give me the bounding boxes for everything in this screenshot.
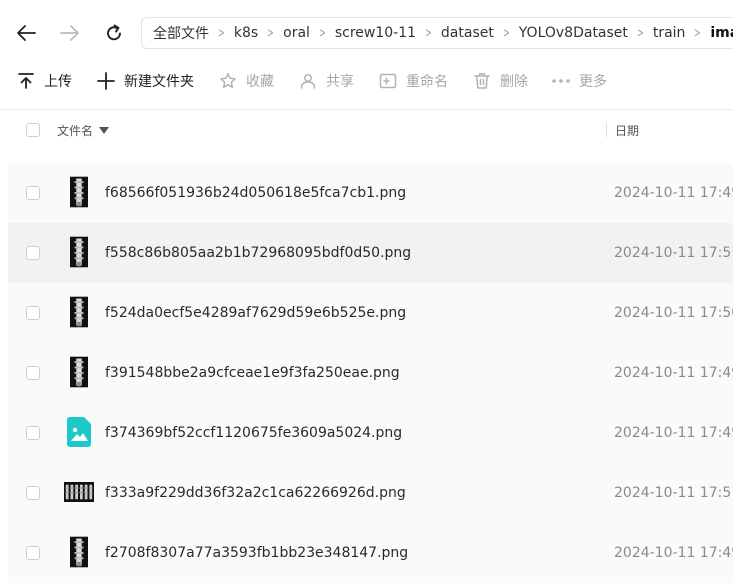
share-button[interactable]: 共享 xyxy=(298,66,354,96)
back-button[interactable] xyxy=(12,19,40,47)
thumbnail-image xyxy=(64,355,94,388)
file-date: 2024-10-11 17:51:2 xyxy=(614,485,733,501)
row-checkbox[interactable] xyxy=(26,546,40,560)
file-name[interactable]: f2708f8307a77a3593fb1bb23e348147.png xyxy=(105,523,408,583)
thumbnail-image xyxy=(64,295,94,328)
file-date: 2024-10-11 17:49: xyxy=(614,545,733,561)
file-date: 2024-10-11 17:51:2 xyxy=(614,245,733,261)
table-row[interactable]: f68566f051936b24d050618e5fca7cb1.png 2024… xyxy=(8,163,733,223)
breadcrumb-item[interactable]: dataset xyxy=(441,25,494,41)
select-all-checkbox[interactable] xyxy=(26,123,40,137)
more-label: 更多 xyxy=(579,74,607,90)
breadcrumb-item[interactable]: k8s xyxy=(234,25,258,41)
file-name[interactable]: f391548bbe2a9cfceae1e9f3fa250eae.png xyxy=(105,343,400,403)
row-checkbox[interactable] xyxy=(26,186,40,200)
breadcrumb-item: images xyxy=(710,25,733,41)
row-checkbox[interactable] xyxy=(26,306,40,320)
sort-by-name-button[interactable]: 文件名 xyxy=(57,122,110,139)
file-date: 2024-10-11 17:49: xyxy=(614,185,733,201)
new-folder-label: 新建文件夹 xyxy=(124,74,194,90)
table-row[interactable]: f2708f8307a77a3593fb1bb23e348147.png 2024… xyxy=(8,523,733,583)
more-dots-icon xyxy=(551,71,571,91)
share-label: 共享 xyxy=(326,74,354,90)
new-folder-button[interactable]: 新建文件夹 xyxy=(96,66,194,96)
rename-icon xyxy=(378,71,398,91)
file-name[interactable]: f374369bf52ccf1120675fe3609a5024.png xyxy=(105,403,402,463)
breadcrumb-separator-icon: > xyxy=(425,25,432,41)
breadcrumb-item[interactable]: screw10-11 xyxy=(335,25,416,41)
toolbar: 上传 新建文件夹 收藏 共享 重命名 删除 更多 xyxy=(0,66,733,96)
breadcrumb-separator-icon: > xyxy=(218,25,225,41)
more-button[interactable]: 更多 xyxy=(551,66,607,96)
row-checkbox[interactable] xyxy=(26,246,40,260)
upload-button[interactable]: 上传 xyxy=(16,66,72,96)
trash-icon xyxy=(472,71,492,91)
favorite-label: 收藏 xyxy=(246,74,274,90)
file-name[interactable]: f68566f051936b24d050618e5fca7cb1.png xyxy=(105,163,406,223)
breadcrumb-item[interactable]: YOLOv8Dataset xyxy=(519,25,628,41)
breadcrumb-separator-icon: > xyxy=(267,25,274,41)
sort-down-icon xyxy=(99,126,110,134)
navigation-bar: 全部文件 > k8s > oral > screw10-11 > dataset > YOLOv8D… xyxy=(0,0,733,66)
table-row[interactable]: f374369bf52ccf1120675fe3609a5024.png 2024… xyxy=(8,403,733,463)
row-checkbox[interactable] xyxy=(26,486,40,500)
share-icon xyxy=(298,71,318,91)
row-checkbox[interactable] xyxy=(26,366,40,380)
table-row[interactable]: f333a9f229dd36f32a2c1ca62266926d.png 2024… xyxy=(8,463,733,523)
table-header: 文件名 日期 xyxy=(0,110,733,150)
thumbnail-image xyxy=(64,535,94,568)
breadcrumb: 全部文件 > k8s > oral > screw10-11 > dataset > YOLOv8D… xyxy=(141,17,733,49)
breadcrumb-separator-icon: > xyxy=(319,25,326,41)
table-row[interactable]: f391548bbe2a9cfceae1e9f3fa250eae.png 2024… xyxy=(8,343,733,403)
refresh-button[interactable] xyxy=(100,19,128,47)
breadcrumb-item[interactable]: oral xyxy=(283,25,310,41)
breadcrumb-separator-icon: > xyxy=(694,25,702,41)
table-row[interactable]: f558c86b805aa2b1b72968095bdf0d50.png 2024… xyxy=(8,223,733,283)
breadcrumb-item[interactable]: 全部文件 xyxy=(153,23,209,43)
column-date-header: 日期 xyxy=(615,124,640,138)
delete-button[interactable]: 删除 xyxy=(472,66,528,96)
plus-icon xyxy=(96,71,116,91)
file-name[interactable]: f524da0ecf5e4289af7629d59e6b525e.png xyxy=(105,283,406,343)
breadcrumb-separator-icon: > xyxy=(637,25,644,41)
table-row[interactable]: f524da0ecf5e4289af7629d59e6b525e.png 2024… xyxy=(8,283,733,343)
breadcrumb-item[interactable]: train xyxy=(653,25,686,41)
forward-button[interactable] xyxy=(56,19,84,47)
favorite-button[interactable]: 收藏 xyxy=(218,66,274,96)
upload-icon xyxy=(16,71,36,91)
row-checkbox[interactable] xyxy=(26,426,40,440)
rename-label: 重命名 xyxy=(406,74,448,90)
file-date: 2024-10-11 17:50: xyxy=(614,305,733,321)
arrow-left-icon xyxy=(17,25,36,41)
column-divider[interactable] xyxy=(606,123,607,137)
thumbnail-image xyxy=(64,175,94,208)
thumbnail-image xyxy=(64,235,94,268)
refresh-icon xyxy=(107,24,121,41)
file-name[interactable]: f333a9f229dd36f32a2c1ca62266926d.png xyxy=(105,463,406,523)
column-name-header: 文件名 xyxy=(57,124,94,138)
star-icon xyxy=(218,71,238,91)
arrow-right-icon xyxy=(60,25,79,41)
thumbnail-image xyxy=(64,475,94,508)
upload-label: 上传 xyxy=(44,74,72,90)
breadcrumb-separator-icon: > xyxy=(503,25,510,41)
file-date: 2024-10-11 17:49: xyxy=(614,365,733,381)
rename-button[interactable]: 重命名 xyxy=(378,66,448,96)
delete-label: 删除 xyxy=(500,74,528,90)
file-name[interactable]: f558c86b805aa2b1b72968095bdf0d50.png xyxy=(105,223,411,283)
file-date: 2024-10-11 17:49: xyxy=(614,425,733,441)
image-file-icon xyxy=(64,415,94,448)
